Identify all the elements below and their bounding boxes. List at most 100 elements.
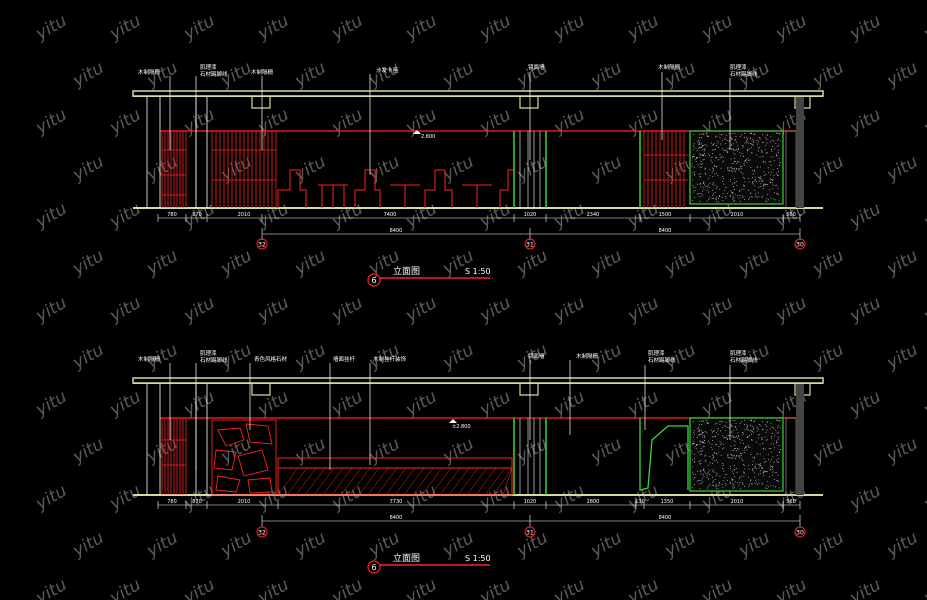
stipple-dot xyxy=(743,475,745,477)
stipple-dot xyxy=(700,448,702,449)
stipple-dot xyxy=(756,196,758,198)
stipple-dot xyxy=(705,472,707,474)
stipple-dot xyxy=(694,197,696,199)
stipple-dot xyxy=(728,169,730,171)
stipple-dot xyxy=(779,451,781,453)
watermark-text: yitu xyxy=(661,58,700,92)
stipple-dot xyxy=(707,471,709,473)
stipple-dot xyxy=(707,464,709,466)
stipple-dot xyxy=(754,466,756,467)
stipple-dot xyxy=(739,189,741,191)
watermark-text: yitu xyxy=(883,528,922,562)
stipple-dot xyxy=(697,444,699,445)
stipple-dot xyxy=(755,195,757,197)
stipple-dot xyxy=(717,430,719,432)
stipple-dot xyxy=(721,442,723,444)
stipple-dot xyxy=(754,189,756,191)
stipple-dot xyxy=(698,424,700,426)
stipple-dot xyxy=(752,464,754,466)
stipple-dot xyxy=(759,166,761,168)
stipple-dot xyxy=(703,471,705,473)
watermark-text: yitu xyxy=(402,481,441,515)
stipple-dot xyxy=(698,427,700,429)
stipple-dot xyxy=(741,439,743,441)
drawing-scale: S 1:50 xyxy=(465,267,491,276)
stipple-dot xyxy=(702,481,704,483)
beam-middle xyxy=(519,384,539,396)
stipple-dot xyxy=(750,482,752,484)
stipple-dot xyxy=(777,420,779,421)
dimension-lines xyxy=(157,501,801,527)
watermark-text: yitu xyxy=(624,199,663,233)
stipple-dot xyxy=(723,464,725,466)
stipple-dot xyxy=(713,168,715,170)
stipple-dot xyxy=(699,156,701,158)
level-text: ±2.800 xyxy=(452,424,471,430)
stipple-dot xyxy=(692,179,694,181)
stipple-dot xyxy=(762,467,764,469)
stipple-dot xyxy=(694,458,696,460)
stipple-dot xyxy=(755,176,757,178)
stipple-dot xyxy=(769,476,771,478)
stipple-dot xyxy=(694,174,695,176)
stipple-dot xyxy=(701,430,703,432)
stipple-dot xyxy=(704,149,706,151)
stipple-dot xyxy=(737,437,739,439)
stipple-dot xyxy=(714,460,715,462)
stipple-dot xyxy=(693,145,695,147)
hatch-line xyxy=(286,467,308,496)
stipple-dot xyxy=(732,168,734,170)
stipple-dot xyxy=(712,182,714,184)
stipple-dot xyxy=(746,437,748,439)
stipple-dot xyxy=(699,487,701,489)
stipple-dot xyxy=(731,425,733,427)
dim: 2010 xyxy=(238,499,251,505)
stipple-dot xyxy=(698,133,700,135)
stipple-dot xyxy=(701,453,702,455)
stipple-dot xyxy=(778,132,780,134)
stipple-dot xyxy=(699,175,701,177)
stipple-dot xyxy=(721,483,723,485)
stipple-dot xyxy=(772,179,774,181)
stipple-dot xyxy=(731,435,733,437)
watermark-text: yitu xyxy=(920,575,927,600)
stipple-dot xyxy=(778,439,779,441)
stipple-dot xyxy=(760,470,762,472)
stipple-dot xyxy=(719,196,721,198)
drawing-title: 立面图 xyxy=(393,265,420,277)
stipple-dot xyxy=(778,431,780,433)
stipple-dot xyxy=(778,425,779,427)
stipple-dot xyxy=(740,455,742,457)
stipple-dot xyxy=(694,159,696,161)
stipple-dot xyxy=(751,438,753,440)
stipple-dot xyxy=(767,199,769,201)
stipple-dot xyxy=(776,471,778,473)
stipple-dot xyxy=(725,197,727,199)
stipple-dot xyxy=(706,422,708,424)
stipple-dot xyxy=(757,453,758,455)
stipple-dot xyxy=(772,474,774,476)
stipple-dot xyxy=(769,189,771,191)
watermark-text: yitu xyxy=(624,481,663,515)
stipple-dot xyxy=(732,436,734,438)
stipple-dot xyxy=(749,446,751,448)
stipple-dot xyxy=(752,177,754,179)
stipple-dot xyxy=(733,456,735,458)
watermark-text: yitu xyxy=(661,246,700,280)
ceiling-slab-lower xyxy=(133,96,823,97)
watermark-text: yitu xyxy=(920,293,927,327)
stipple-dot xyxy=(772,467,774,469)
stipple-dot xyxy=(716,443,718,445)
stipple-dot xyxy=(736,471,738,473)
end-wall xyxy=(785,130,797,209)
stipple-dot xyxy=(767,167,769,169)
dim: 8400 xyxy=(659,228,672,234)
stipple-dot xyxy=(733,167,735,169)
watermark-text: yitu xyxy=(920,387,927,421)
stipple-dot xyxy=(766,201,768,203)
watermark-text: yitu xyxy=(735,528,774,562)
stipple-dot xyxy=(756,427,758,428)
stipple-dot xyxy=(712,175,713,177)
stipple-dot xyxy=(708,442,710,444)
dim: 8400 xyxy=(390,228,403,234)
